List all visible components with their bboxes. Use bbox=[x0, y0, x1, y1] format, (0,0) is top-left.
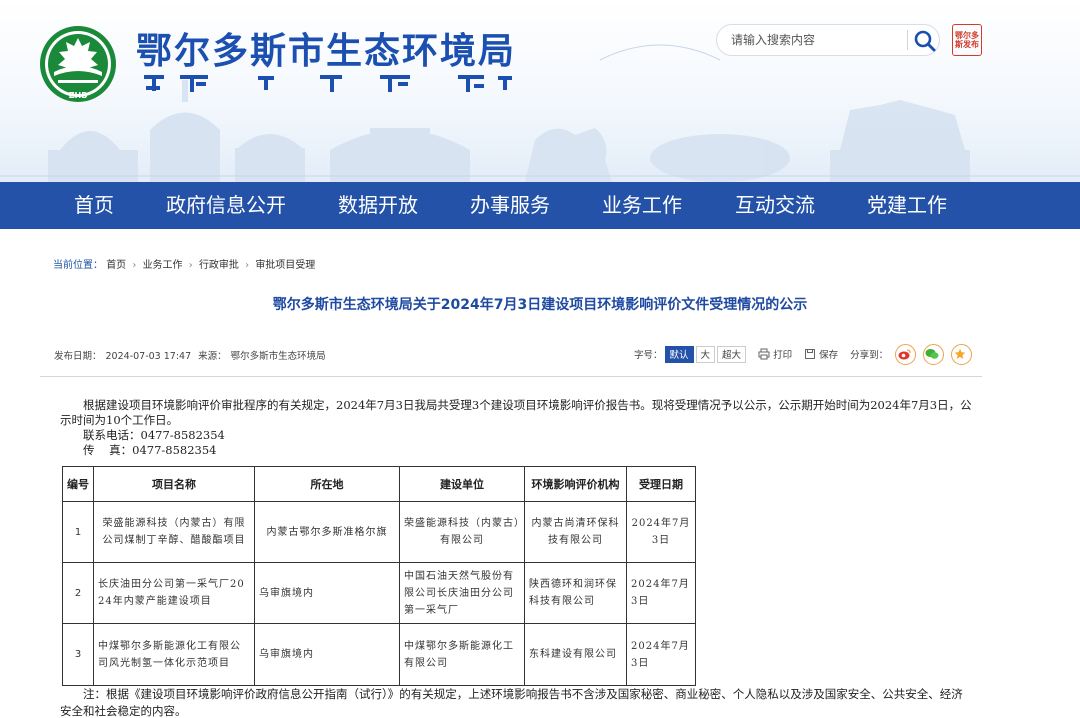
nav-gov-info[interactable]: 政府信息公开 bbox=[166, 182, 286, 229]
breadcrumb-separator: › bbox=[188, 260, 193, 271]
cell-project-name: 荣盛能源科技（内蒙古）有限公司煤制丁辛醇、醋酸酯项目 bbox=[93, 501, 255, 563]
mongolian-script-title bbox=[144, 75, 512, 92]
logo-zhb-text: ZHB bbox=[69, 91, 88, 100]
search-box bbox=[716, 24, 940, 56]
erdos-release-seal[interactable]: 鄂尔多斯发布 bbox=[952, 24, 982, 56]
cell-no: 1 bbox=[62, 501, 94, 563]
breadcrumb-acceptance[interactable]: 审批项目受理 bbox=[255, 260, 315, 271]
wechat-share-icon[interactable] bbox=[923, 343, 945, 365]
cell-acceptance-date: 2024年7月3日 bbox=[626, 623, 696, 686]
breadcrumb-lead: 当前位置： bbox=[53, 260, 103, 271]
save-icon bbox=[805, 349, 816, 359]
breadcrumb-separator: › bbox=[245, 260, 250, 271]
save-button[interactable]: 保存 bbox=[804, 347, 838, 361]
cell-acceptance-date: 2024年7月3日 bbox=[626, 501, 696, 563]
cell-eia-agency: 内蒙古尚清环保科技有限公司 bbox=[524, 501, 627, 563]
header-divider bbox=[40, 376, 982, 377]
print-icon bbox=[758, 348, 770, 360]
cell-location: 乌审旗境内 bbox=[254, 623, 400, 686]
article-title: 鄂尔多斯市生态环境局关于2024年7月3日建设项目环境影响评价文件受理情况的公示 bbox=[272, 297, 808, 313]
nav-interaction[interactable]: 互动交流 bbox=[735, 182, 815, 229]
share-group: 分享到： bbox=[850, 343, 973, 365]
cell-project-name: 长庆油田分公司第一采气厂2024年内蒙产能建设项目 bbox=[93, 562, 255, 624]
publish-date-label: 发布日期： bbox=[54, 351, 102, 362]
project-table: 编号 项目名称 所在地 建设单位 环境影响评价机构 受理日期 1 荣盛能源科技（… bbox=[62, 466, 696, 686]
header-no: 编号 bbox=[62, 466, 94, 502]
table-row: 2 长庆油田分公司第一采气厂2024年内蒙产能建设项目 乌审旗境内 中国石油天然… bbox=[62, 562, 696, 624]
breadcrumb: 当前位置： 首页 › 业务工作 › 行政审批 › 审批项目受理 bbox=[53, 256, 315, 271]
share-label: 分享到： bbox=[850, 350, 889, 361]
cell-construction-unit: 荣盛能源科技（内蒙古）有限公司 bbox=[399, 501, 525, 563]
cell-location: 内蒙古鄂尔多斯准格尔旗 bbox=[254, 501, 400, 563]
contact-fax: 传 真：0477-8582354 bbox=[83, 443, 217, 457]
search-input[interactable] bbox=[731, 25, 901, 55]
header-construction-unit: 建设单位 bbox=[399, 466, 525, 502]
table-row: 3 中煤鄂尔多斯能源化工有限公司风光制氢一体化示范项目 乌审旗境内 中煤鄂尔多斯… bbox=[62, 623, 696, 686]
cell-eia-agency: 东科建设有限公司 bbox=[524, 623, 627, 686]
publish-date: 2024-07-03 17:47 bbox=[105, 351, 192, 362]
nav-services[interactable]: 办事服务 bbox=[470, 182, 550, 229]
intro-paragraph: 根据建设项目环境影响评价审批程序的有关规定，2024年7月3日我局共受理3个建设… bbox=[60, 398, 972, 427]
cell-no: 2 bbox=[62, 562, 94, 624]
header-acceptance-date: 受理日期 bbox=[626, 466, 696, 502]
header-project-name: 项目名称 bbox=[93, 466, 255, 502]
article-body: 根据建设项目环境影响评价审批程序的有关规定，2024年7月3日我局共受理3个建设… bbox=[60, 398, 972, 458]
font-size-xlarge-button[interactable]: 超大 bbox=[717, 345, 747, 363]
print-button[interactable]: 打印 bbox=[758, 347, 792, 361]
cell-eia-agency: 陕西德环和润环保科技有限公司 bbox=[524, 562, 627, 624]
header-banner: ZHB 鄂尔多斯市生态环境局 鄂尔多斯发布 bbox=[0, 0, 1080, 182]
cell-project-name: 中煤鄂尔多斯能源化工有限公司风光制氢一体化示范项目 bbox=[93, 623, 255, 686]
source-label: 来源： bbox=[198, 351, 227, 362]
weibo-share-icon[interactable] bbox=[895, 343, 917, 365]
cell-no: 3 bbox=[62, 623, 94, 686]
nav-business[interactable]: 业务工作 bbox=[602, 182, 682, 229]
bureau-logo: ZHB bbox=[40, 26, 116, 102]
nav-party[interactable]: 党建工作 bbox=[867, 182, 947, 229]
cell-acceptance-date: 2024年7月3日 bbox=[626, 562, 696, 624]
cell-construction-unit: 中煤鄂尔多斯能源化工有限公司 bbox=[399, 623, 525, 686]
save-label: 保存 bbox=[819, 350, 839, 361]
search-icon[interactable] bbox=[913, 29, 937, 53]
font-size-large-button[interactable]: 大 bbox=[695, 345, 716, 363]
search-divider bbox=[907, 30, 908, 50]
article-meta: 发布日期： 2024-07-03 17:47 来源： 鄂尔多斯市生态环境局 bbox=[54, 348, 330, 362]
nav-open-data[interactable]: 数据开放 bbox=[338, 182, 418, 229]
breadcrumb-home[interactable]: 首页 bbox=[106, 260, 126, 271]
print-label: 打印 bbox=[773, 350, 793, 361]
main-nav: 首页 政府信息公开 数据开放 办事服务 业务工作 互动交流 党建工作 bbox=[0, 182, 1080, 229]
favorite-share-icon[interactable] bbox=[951, 343, 973, 365]
table-row: 1 荣盛能源科技（内蒙古）有限公司煤制丁辛醇、醋酸酯项目 内蒙古鄂尔多斯准格尔旗… bbox=[62, 501, 696, 563]
font-size-label: 字号： bbox=[634, 350, 663, 361]
nav-home[interactable]: 首页 bbox=[74, 182, 114, 229]
breadcrumb-approval[interactable]: 行政审批 bbox=[199, 260, 239, 271]
disclaimer-note: 注：根据《建设项目环境影响评价政府信息公开指南（试行）》的有关规定，上述环境影响… bbox=[60, 687, 963, 718]
cell-location: 乌审旗境内 bbox=[254, 562, 400, 624]
contact-phone: 联系电话：0477-8582354 bbox=[83, 428, 225, 442]
breadcrumb-separator: › bbox=[132, 260, 137, 271]
source-value: 鄂尔多斯市生态环境局 bbox=[230, 351, 326, 362]
header-eia-agency: 环境影响评价机构 bbox=[524, 466, 627, 502]
site-title: 鄂尔多斯市生态环境局 bbox=[136, 31, 517, 72]
font-size-default-button[interactable]: 默认 bbox=[664, 345, 694, 363]
header-location: 所在地 bbox=[254, 466, 400, 502]
cell-construction-unit: 中国石油天然气股份有限公司长庆油田分公司第一采气厂 bbox=[399, 562, 525, 624]
article-tools: 字号： 默认 大 超大 打印 保存 分享到： bbox=[634, 343, 973, 365]
breadcrumb-business[interactable]: 业务工作 bbox=[143, 260, 183, 271]
table-header-row: 编号 项目名称 所在地 建设单位 环境影响评价机构 受理日期 bbox=[62, 466, 696, 502]
